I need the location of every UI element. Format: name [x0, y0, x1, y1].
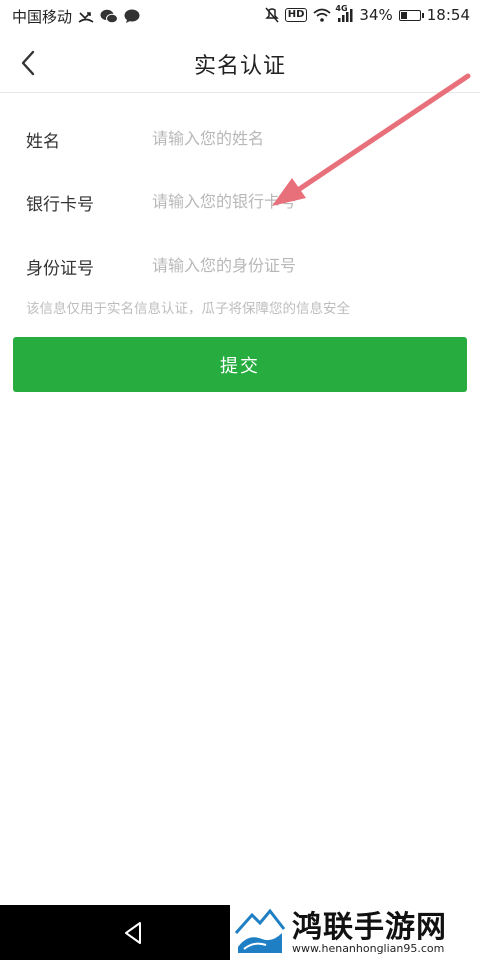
form-row-name: 姓名	[0, 113, 480, 163]
mute-icon	[264, 7, 279, 23]
name-input[interactable]	[152, 123, 452, 153]
message-icon	[124, 9, 140, 24]
page-title: 实名认证	[193, 54, 286, 79]
form-row-id-number: 身份证号	[0, 240, 480, 290]
form-row-bank-card: 银行卡号	[0, 176, 480, 226]
signal-icon: 4G	[335, 4, 353, 22]
network-type: 4G	[335, 4, 348, 13]
watermark-logo-icon	[232, 903, 288, 957]
wifi-icon	[313, 8, 331, 22]
watermark: 鸿联手游网 www.henanhonglian95.com	[230, 900, 480, 960]
watermark-name: 鸿联手游网	[292, 910, 447, 945]
navigation-header: 实名认证	[0, 34, 480, 93]
missed-call-icon	[78, 10, 94, 24]
bank-card-label: 银行卡号	[26, 195, 94, 215]
nav-back-icon[interactable]	[120, 919, 148, 947]
clock: 18:54	[426, 6, 470, 24]
battery-percent: 34%	[359, 6, 393, 24]
status-left: 中国移动	[12, 6, 140, 27]
name-label: 姓名	[26, 132, 60, 152]
id-number-input[interactable]	[152, 250, 452, 280]
hd-badge: HD	[284, 8, 308, 22]
status-right: HD 4G 34% 18:54	[264, 4, 470, 24]
submit-button[interactable]: 提交	[13, 337, 467, 392]
battery-fill	[400, 11, 407, 19]
bank-card-input[interactable]	[152, 186, 452, 216]
privacy-note: 该信息仅用于实名信息认证，瓜子将保障您的信息安全	[26, 301, 350, 317]
battery-icon	[398, 9, 424, 21]
watermark-url: www.henanhonglian95.com	[292, 942, 445, 955]
wechat-icon	[100, 9, 119, 24]
carrier-name: 中国移动	[12, 8, 73, 26]
status-bar: 中国移动 HD 4G 34% 18:54	[0, 0, 480, 34]
id-number-label: 身份证号	[26, 259, 94, 279]
